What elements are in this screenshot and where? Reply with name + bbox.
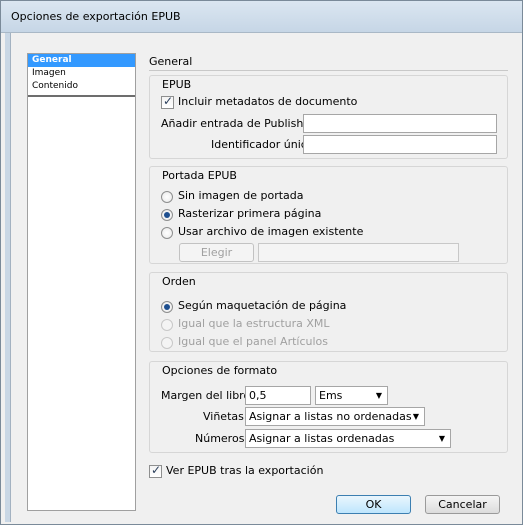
bullets-select[interactable]: Asignar a listas no ordenadas ▼ <box>245 407 425 426</box>
radio-xml-structure[interactable] <box>161 319 173 331</box>
radio-articles-panel-label: Igual que el panel Artículos <box>178 335 328 348</box>
cover-group: Portada EPUB Sin imagen de portada Raste… <box>149 166 508 264</box>
margin-label: Margen del libro: <box>161 389 254 402</box>
checkmark-icon: ✓ <box>163 94 174 108</box>
view-after-export-label: Ver EPUB tras la exportación <box>166 464 324 477</box>
choose-image-button[interactable]: Elegir <box>179 243 254 262</box>
radio-rasterize-first-page[interactable] <box>161 209 173 221</box>
ok-button[interactable]: OK <box>336 495 411 514</box>
title-bar[interactable]: Opciones de exportación EPUB <box>1 1 522 33</box>
uid-label: Identificador único: <box>211 138 318 151</box>
radio-no-cover-label: Sin imagen de portada <box>178 189 304 202</box>
include-metadata-checkbox[interactable]: ✓ <box>161 94 174 109</box>
format-group: Opciones de formato Margen del libro: Em… <box>149 361 508 453</box>
bullets-label: Viñetas: <box>203 410 248 423</box>
group-title-cover: Portada EPUB <box>162 169 237 182</box>
sidebar-item-imagen[interactable]: Imagen <box>28 67 135 80</box>
window-frame-left <box>5 33 11 522</box>
chevron-down-icon: ▼ <box>412 412 419 421</box>
checkmark-icon: ✓ <box>151 463 162 477</box>
numbers-label: Números: <box>195 432 249 445</box>
publisher-input[interactable] <box>303 114 497 133</box>
title-divider <box>149 70 508 71</box>
window-title: Opciones de exportación EPUB <box>11 10 181 23</box>
numbers-value: Asignar a listas ordenadas <box>249 432 395 445</box>
radio-articles-panel[interactable] <box>161 337 173 349</box>
uid-input[interactable] <box>303 135 497 154</box>
bullets-value: Asignar a listas no ordenadas <box>249 410 412 423</box>
group-title-epub: EPUB <box>162 78 192 91</box>
sidebar-item-general[interactable]: General <box>28 54 135 67</box>
page-title: General <box>149 55 193 68</box>
group-title-format: Opciones de formato <box>162 364 278 377</box>
publisher-label: Añadir entrada de Publisher: <box>161 117 319 130</box>
view-after-export-checkbox[interactable]: ✓ <box>149 463 162 478</box>
include-metadata-label: Incluir metadatos de documento <box>178 95 358 108</box>
radio-page-layout[interactable] <box>161 301 173 313</box>
radio-page-layout-label: Según maquetación de página <box>178 299 347 312</box>
epub-group: EPUB ✓ Incluir metadatos de documento Añ… <box>149 75 508 159</box>
image-path-field[interactable] <box>258 243 459 262</box>
radio-existing-image[interactable] <box>161 227 173 239</box>
radio-no-cover[interactable] <box>161 191 173 203</box>
category-list: General Imagen Contenido <box>27 53 136 511</box>
numbers-select[interactable]: Asignar a listas ordenadas ▼ <box>245 429 451 448</box>
cancel-button[interactable]: Cancelar <box>425 495 500 514</box>
export-dialog: Opciones de exportación EPUB General Ima… <box>0 0 523 525</box>
chevron-down-icon: ▼ <box>375 391 382 400</box>
radio-existing-image-label: Usar archivo de imagen existente <box>178 225 364 238</box>
radio-rasterize-label: Rasterizar primera página <box>178 207 322 220</box>
margin-input[interactable] <box>245 386 311 405</box>
chevron-down-icon: ▼ <box>438 434 445 443</box>
list-divider <box>28 95 135 97</box>
order-group: Orden Según maquetación de página Igual … <box>149 272 508 352</box>
group-title-order: Orden <box>162 275 196 288</box>
margin-unit-select[interactable]: Ems ▼ <box>315 386 388 405</box>
radio-xml-structure-label: Igual que la estructura XML <box>178 317 330 330</box>
margin-unit-value: Ems <box>319 389 343 402</box>
sidebar-item-contenido[interactable]: Contenido <box>28 80 135 93</box>
